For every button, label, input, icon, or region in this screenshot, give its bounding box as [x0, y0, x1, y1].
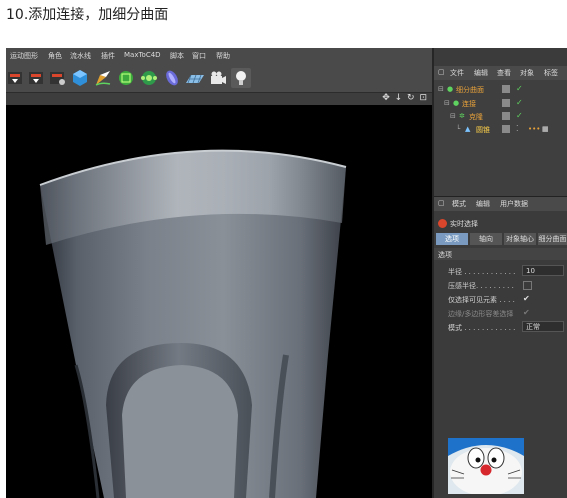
object-row-cloner[interactable]: ⊟ ✲ 克隆 ✓: [434, 111, 567, 123]
pen-icon[interactable]: [93, 68, 113, 88]
subdivision-icon[interactable]: [116, 68, 136, 88]
object-manager-menu: ▢ 文件 编辑 查看 对象 标签: [434, 66, 567, 80]
live-selection-icon: [438, 219, 447, 228]
object-label: 细分曲面: [456, 86, 484, 94]
prop-radius: 半径 . . . . . . . . . . . . 10: [434, 265, 567, 278]
prop-visible-only: 仅选择可见元素 . . . . ✔: [434, 293, 567, 306]
tab-subdivision[interactable]: 细分曲面: [538, 233, 567, 245]
subdivision-obj-icon: ●: [447, 85, 454, 93]
deformer-icon[interactable]: [162, 68, 182, 88]
phong-tag-icon[interactable]: •••: [528, 125, 540, 133]
viewport[interactable]: [6, 105, 432, 498]
menu-maxtoc4d[interactable]: MaxToC4D: [124, 51, 161, 59]
om-menu-view[interactable]: 查看: [497, 68, 511, 78]
avatar-thumbnail: [448, 438, 524, 494]
menu-mograph[interactable]: 运动图形: [10, 51, 38, 61]
menu-character[interactable]: 角色: [48, 51, 62, 61]
tree-branch-icon: └: [456, 125, 461, 133]
tool-name: 实时选择: [450, 220, 478, 228]
om-menu-file[interactable]: 文件: [450, 68, 464, 78]
tree-expand-icon: ⊟: [444, 99, 450, 107]
render-view-icon[interactable]: [27, 68, 47, 88]
tool-header: 实时选择: [434, 217, 567, 231]
menu-pipeline[interactable]: 流水线: [70, 51, 91, 61]
prop-visible-only-label: 仅选择可见元素 . . . .: [448, 296, 515, 304]
prop-mode-label: 模式 . . . . . . . . . . . .: [448, 324, 516, 332]
cone-obj-icon: ▲: [465, 125, 471, 133]
tab-object-axis[interactable]: 对象轴心: [504, 233, 536, 245]
light-icon[interactable]: [231, 68, 251, 88]
visible-check-icon[interactable]: ✓: [516, 98, 523, 107]
menu-script[interactable]: 脚本: [170, 51, 184, 61]
tree-expand-icon: ⊟: [438, 85, 444, 93]
cloner-icon[interactable]: [139, 68, 159, 88]
om-menu-object[interactable]: 对象: [520, 68, 534, 78]
radius-input[interactable]: 10: [522, 265, 564, 276]
connect-obj-icon: ●: [453, 99, 460, 107]
page-caption: 10.添加连接，加细分曲面: [6, 7, 169, 23]
layer-tag-icon: [502, 112, 510, 120]
object-label: 克隆: [469, 113, 483, 121]
menu-bar: 运动图形 角色 流水线 插件 MaxToC4D 脚本 窗口 帮助: [6, 48, 432, 65]
visible-dot-icon[interactable]: ⁚: [516, 124, 519, 133]
attribute-menu: ▢ 模式 编辑 用户数据: [434, 197, 567, 211]
layer-tag-icon: [502, 99, 510, 107]
toolbar: [6, 65, 432, 93]
render-settings-icon[interactable]: [48, 68, 68, 88]
prop-pressure-label: 压感半径. . . . . . . . .: [448, 282, 514, 290]
am-menu-mode[interactable]: 模式: [452, 199, 466, 209]
camera-icon[interactable]: [208, 68, 228, 88]
visible-check-icon[interactable]: ✓: [516, 84, 523, 93]
layer-tag-icon: [502, 85, 510, 93]
cloner-obj-icon: ✲: [459, 112, 465, 120]
tree-expand-icon: ⊟: [450, 112, 456, 120]
cube-icon[interactable]: [70, 68, 90, 88]
layer-tag-icon: [502, 125, 510, 133]
menu-checkbox-icon: ▢: [438, 199, 445, 207]
om-menu-edit[interactable]: 编辑: [474, 68, 488, 78]
texture-tag-icon[interactable]: ▦: [542, 125, 549, 133]
om-menu-tag[interactable]: 标签: [544, 68, 558, 78]
viewport-nav-icons[interactable]: ✥ ↓ ↻ ⊡: [382, 93, 428, 103]
pressure-radius-checkbox[interactable]: [523, 281, 532, 290]
prop-tolerance: 边缘/多边形容差选择 ✔: [434, 307, 567, 320]
object-row-cone[interactable]: └ ▲ 圆锥 ⁚ ••• ▦: [434, 124, 567, 136]
menu-checkbox-icon: ▢: [438, 68, 445, 76]
tab-axis[interactable]: 轴向: [470, 233, 502, 245]
section-label: 选项: [438, 251, 452, 259]
cinema4d-window: 运动图形 角色 流水线 插件 MaxToC4D 脚本 窗口 帮助 ✥ ↓ ↻ ⊡…: [6, 48, 567, 498]
tolerance-checkbox[interactable]: ✔: [523, 308, 530, 317]
menu-plugins[interactable]: 插件: [101, 51, 115, 61]
menu-window[interactable]: 窗口: [192, 51, 206, 61]
vase-model: [39, 149, 347, 498]
tab-options[interactable]: 选项: [436, 233, 468, 245]
object-label: 连接: [462, 100, 476, 108]
menu-help[interactable]: 帮助: [216, 51, 230, 61]
am-menu-userdata[interactable]: 用户数据: [500, 199, 528, 209]
viewport-header: ✥ ↓ ↻ ⊡: [6, 93, 432, 105]
attribute-tabs: 选项 轴向 对象轴心 细分曲面: [434, 233, 567, 246]
object-row-subdivision[interactable]: ⊟ ● 细分曲面 ✓: [434, 84, 567, 96]
prop-mode: 模式 . . . . . . . . . . . . 正常: [434, 321, 567, 334]
object-label: 圆锥: [476, 126, 490, 134]
prop-tolerance-label: 边缘/多边形容差选择: [448, 310, 514, 318]
visible-check-icon[interactable]: ✓: [516, 111, 523, 120]
prop-pressure-radius: 压感半径. . . . . . . . .: [434, 279, 567, 292]
options-section-header: 选项: [434, 248, 567, 260]
object-row-connect[interactable]: ⊟ ● 连接 ✓: [434, 98, 567, 110]
floor-icon[interactable]: [185, 68, 205, 88]
render-icon[interactable]: [6, 68, 26, 88]
am-menu-edit[interactable]: 编辑: [476, 199, 490, 209]
mode-select[interactable]: 正常: [522, 321, 564, 332]
visible-only-checkbox[interactable]: ✔: [523, 294, 530, 303]
prop-radius-label: 半径 . . . . . . . . . . . .: [448, 268, 516, 276]
